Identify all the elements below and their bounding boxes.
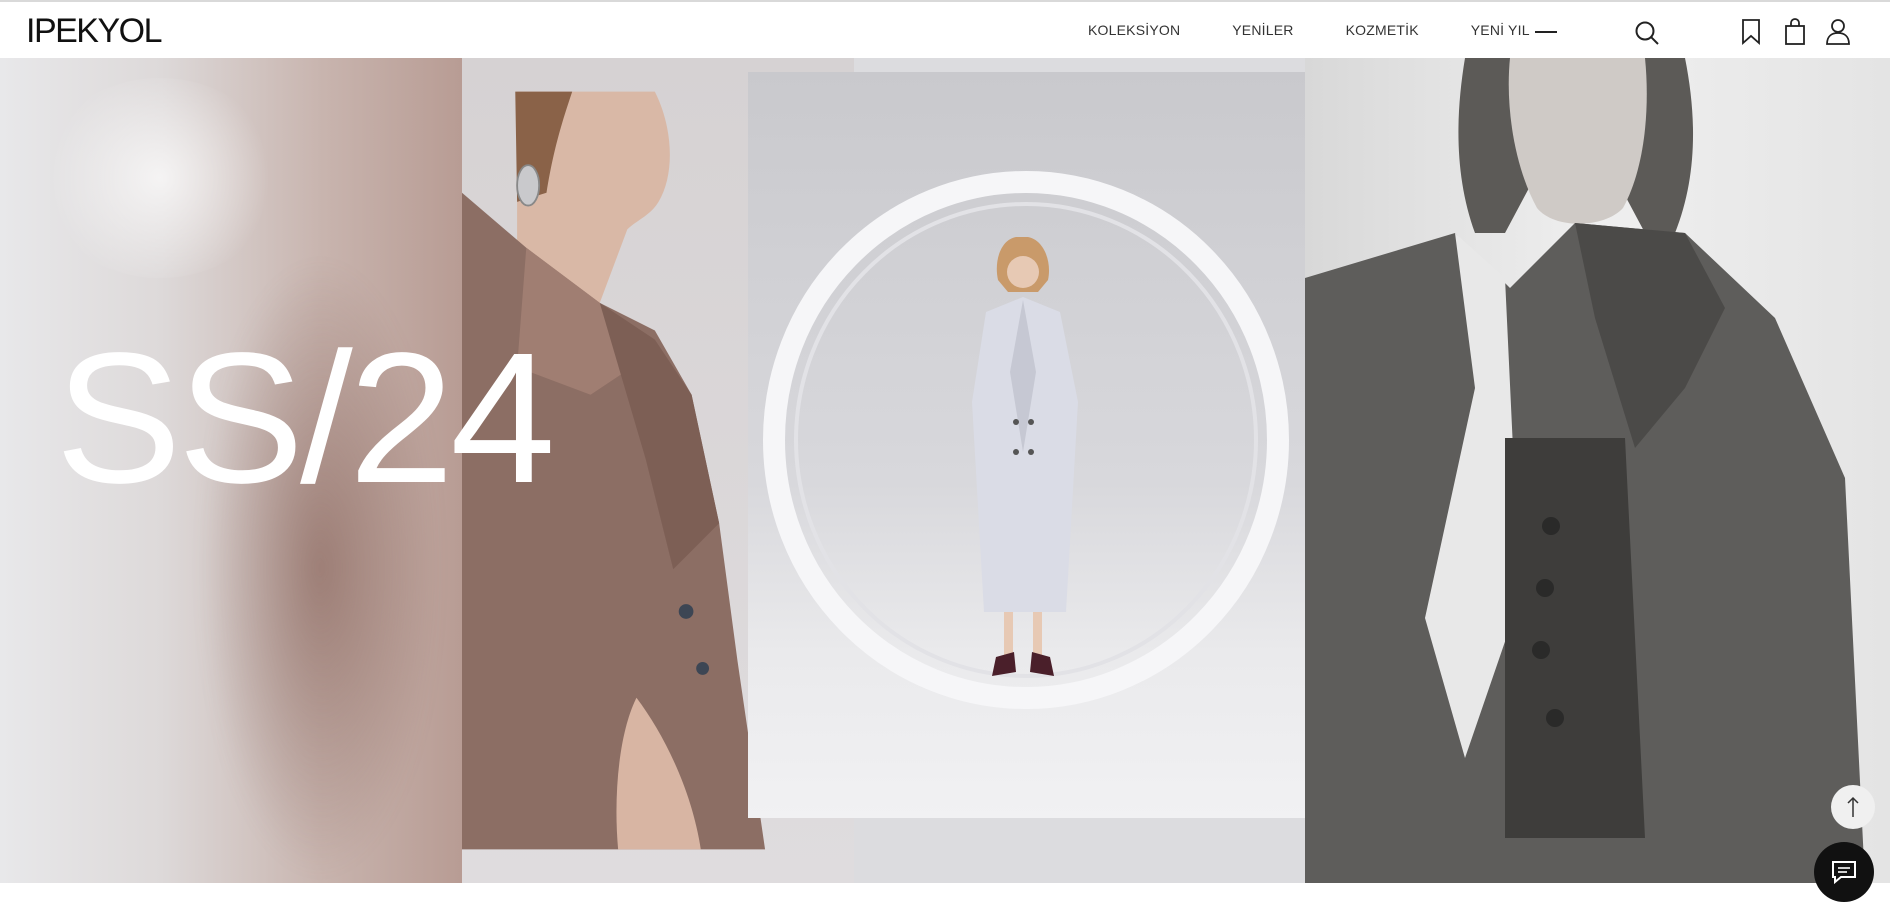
brand-logo[interactable]: IPEKYOL [26, 12, 163, 52]
search-icon[interactable] [1634, 20, 1660, 51]
main-nav: KOLEKSİYON YENİLER KOZMETİK YENİ YIL [1088, 22, 1582, 38]
arrow-up-icon [1847, 796, 1859, 817]
hero-image-bw-suit [1305, 58, 1890, 883]
user-icon[interactable] [1825, 18, 1851, 50]
nav-item-yeni-yil[interactable]: YENİ YIL [1471, 22, 1530, 38]
hero-headline: SS/24 [55, 315, 555, 522]
bookmark-icon[interactable] [1741, 19, 1761, 50]
menu-icon[interactable] [1535, 31, 1557, 33]
scroll-to-top-button[interactable] [1831, 785, 1875, 829]
site-header: IPEKYOL KOLEKSİYON YENİLER KOZMETİK YENİ… [0, 2, 1890, 58]
chat-bubble-icon [1832, 861, 1856, 884]
nav-item-kozmetik[interactable]: KOZMETİK [1346, 22, 1419, 38]
hero-banner[interactable]: SS/24 [0, 58, 1890, 883]
chat-button[interactable] [1814, 842, 1874, 902]
hero-image-grey-trench-circle [748, 72, 1305, 818]
shopping-bag-icon[interactable] [1784, 18, 1806, 51]
nav-item-yeniler[interactable]: YENİLER [1232, 22, 1293, 38]
nav-item-koleksiyon[interactable]: KOLEKSİYON [1088, 22, 1180, 38]
